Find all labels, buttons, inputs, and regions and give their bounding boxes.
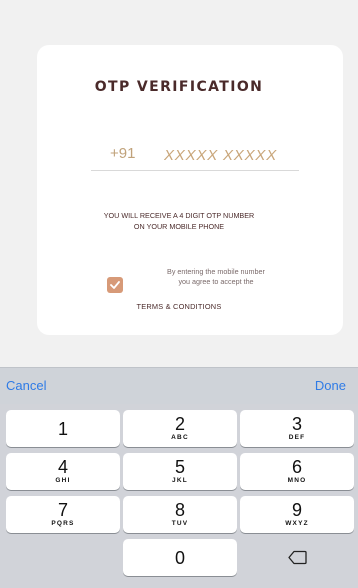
key-digit: 6 bbox=[291, 457, 302, 477]
key-digit: 9 bbox=[291, 500, 302, 520]
otp-info-text: YOU WILL RECEIVE A 4 DIGIT OTP NUMBER ON… bbox=[0, 210, 358, 232]
otp-info-line-1: YOU WILL RECEIVE A 4 DIGIT OTP NUMBER bbox=[103, 211, 255, 220]
key-letters: MNO bbox=[287, 477, 307, 484]
key-2[interactable]: 2 ABC bbox=[123, 410, 237, 447]
key-letters: ABC bbox=[171, 434, 189, 441]
key-digit: 2 bbox=[174, 414, 185, 434]
numeric-keyboard: Cancel Done 1 2 ABC 3 DEF 4 GHI 5 JKL 6 … bbox=[0, 367, 358, 588]
key-digit: 7 bbox=[57, 500, 68, 520]
consent-row: By entering the mobile number you agree … bbox=[105, 267, 305, 293]
key-3[interactable]: 3 DEF bbox=[240, 410, 354, 447]
done-button[interactable]: Done bbox=[315, 378, 346, 393]
phone-input-row: +91 bbox=[91, 143, 299, 171]
key-letters: JKL bbox=[172, 477, 188, 484]
consent-line-2: you agree to accept the bbox=[178, 277, 254, 286]
key-digit: 3 bbox=[291, 414, 302, 434]
key-digit: 4 bbox=[57, 457, 68, 477]
key-5[interactable]: 5 JKL bbox=[123, 453, 237, 490]
consent-text: By entering the mobile number you agree … bbox=[136, 267, 296, 287]
country-code[interactable]: +91 bbox=[110, 145, 135, 162]
page-title: OTP VERIFICATION bbox=[94, 79, 264, 95]
key-8[interactable]: 8 TUV bbox=[123, 496, 237, 533]
backspace-key[interactable] bbox=[240, 539, 354, 576]
phone-number-input[interactable] bbox=[164, 143, 294, 167]
key-digit: 1 bbox=[57, 419, 68, 439]
key-letters: WXYZ bbox=[285, 520, 309, 527]
cancel-button[interactable]: Cancel bbox=[6, 378, 46, 393]
key-letters: PQRS bbox=[51, 520, 75, 527]
key-digit: 5 bbox=[174, 457, 185, 477]
key-0[interactable]: 0 bbox=[123, 539, 237, 576]
consent-checkbox[interactable] bbox=[107, 277, 123, 293]
key-digit: 8 bbox=[174, 500, 185, 520]
key-letters: GHI bbox=[55, 477, 71, 484]
key-digit: 0 bbox=[174, 548, 185, 568]
keyboard-toolbar: Cancel Done bbox=[0, 367, 358, 404]
consent-line-1: By entering the mobile number bbox=[167, 267, 265, 276]
key-4[interactable]: 4 GHI bbox=[6, 453, 120, 490]
backspace-icon bbox=[288, 550, 307, 565]
key-letters: TUV bbox=[171, 520, 189, 527]
otp-info-line-2: ON YOUR MOBILE PHONE bbox=[133, 222, 225, 231]
key-6[interactable]: 6 MNO bbox=[240, 453, 354, 490]
checkmark-icon bbox=[110, 281, 120, 289]
key-7[interactable]: 7 PQRS bbox=[6, 496, 120, 533]
key-9[interactable]: 9 WXYZ bbox=[240, 496, 354, 533]
key-1[interactable]: 1 bbox=[6, 410, 120, 447]
key-letters: DEF bbox=[288, 434, 306, 441]
terms-link[interactable]: TERMS & CONDITIONS bbox=[0, 302, 358, 311]
